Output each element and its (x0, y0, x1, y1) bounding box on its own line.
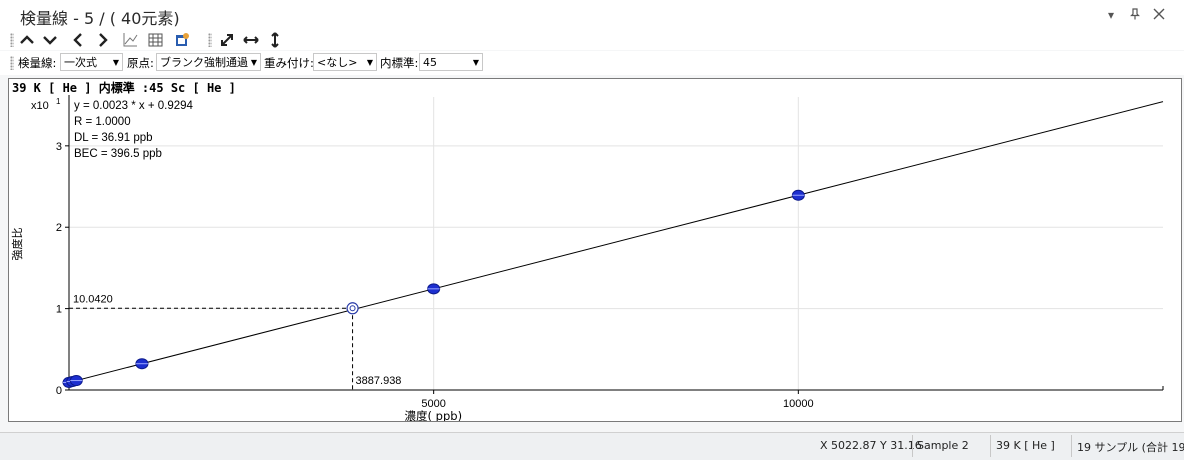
equation-line: DL = 36.91 ppb (74, 132, 153, 144)
settings-toolbar: 検量線: 一次式 ▼ 原点: ブランク強制通過 ▼ 重み付け: <なし> ▼ 内標準:… (0, 51, 1184, 75)
status-separator (990, 435, 991, 457)
x-tick-label: 10000 (783, 398, 814, 410)
table-icon[interactable] (145, 31, 165, 49)
chevron-up-icon[interactable] (17, 31, 37, 49)
close-icon[interactable] (1152, 8, 1166, 22)
chart-toolbar (0, 30, 1184, 50)
status-separator (912, 435, 913, 457)
status-bar: X 5022.87 Y 31.16 Sample 2 39 K [ He ] 1… (0, 432, 1184, 460)
window-title: 検量線 - 5 / ( 40元素) (20, 9, 180, 28)
dropdown-arrow-icon: ▼ (250, 58, 257, 67)
y-tick-label: 3 (56, 141, 62, 153)
y-axis-title: 強度比 (10, 228, 24, 261)
calibration-label: 検量線: (18, 56, 57, 70)
internal-standard-label: 内標準: (380, 56, 419, 70)
status-sample-count: 19 サンプル (合計 19) (1077, 441, 1184, 454)
y-multiplier-exponent: 1 (56, 97, 61, 106)
equation-line: BEC = 396.5 ppb (74, 148, 162, 160)
sample-point-marker (346, 302, 359, 315)
internal-standard-select[interactable]: 45 ▼ (419, 53, 483, 71)
zoom-diagonal-icon[interactable] (217, 31, 237, 49)
y-tick-label: 1 (56, 304, 62, 316)
dropdown-menu-icon[interactable]: ▾ (1104, 8, 1118, 22)
report-icon[interactable] (172, 31, 192, 49)
dropdown-arrow-icon: ▼ (472, 58, 479, 67)
y-multiplier: x10 (31, 100, 49, 112)
status-sample: Sample 2 (917, 439, 969, 452)
toolbar-grip[interactable] (10, 56, 14, 70)
y-tick-label: 2 (56, 222, 62, 234)
toolbar-grip[interactable] (10, 33, 14, 47)
calibration-chart-panel[interactable]: 39 K [ He ] 内標準 :45 Sc [ He ] 5000 10000 0… (8, 78, 1182, 422)
status-separator (1071, 435, 1072, 457)
calibration-select[interactable]: 一次式 ▼ (60, 53, 123, 71)
y-tick-label: 0 (56, 385, 62, 397)
weighting-select-value: <なし> (317, 56, 358, 69)
chart-axis-icon[interactable] (120, 31, 140, 49)
pin-icon[interactable] (1128, 8, 1142, 22)
equation-line: R = 1.0000 (74, 116, 131, 128)
zoom-vertical-icon[interactable] (265, 31, 285, 49)
chevron-right-icon[interactable] (93, 31, 113, 49)
dropdown-arrow-icon: ▼ (366, 58, 373, 67)
sample-y-value-label: 10.0420 (73, 293, 113, 305)
weighting-select[interactable]: <なし> ▼ (313, 53, 377, 71)
window-titlebar: 検量線 - 5 / ( 40元素) ▾ (0, 0, 1184, 30)
dropdown-arrow-icon: ▼ (112, 58, 119, 67)
status-element: 39 K [ He ] (996, 439, 1055, 452)
cursor-coordinates: X 5022.87 Y 31.16 (820, 439, 922, 452)
calibration-select-value: 一次式 (64, 56, 97, 69)
internal-standard-select-value: 45 (423, 56, 437, 69)
equation-line: y = 0.0023 * x + 0.9294 (74, 100, 194, 112)
origin-select[interactable]: ブランク強制通過 ▼ (156, 53, 261, 71)
origin-select-value: ブランク強制通過 (160, 56, 248, 69)
weighting-label: 重み付け: (264, 56, 314, 70)
sample-x-value-label: 3887.938 (356, 375, 402, 387)
chevron-left-icon[interactable] (68, 31, 88, 49)
x-axis-title: 濃度( ppb) (405, 409, 463, 421)
calibration-fit-line (68, 101, 1164, 383)
toolbar-grip[interactable] (208, 33, 212, 47)
zoom-horizontal-icon[interactable] (241, 31, 261, 49)
chevron-down-icon[interactable] (40, 31, 60, 49)
calibration-chart[interactable]: 5000 100000123x10 1濃度( ppb)強度比 10.04203887… (9, 79, 1181, 421)
origin-label: 原点: (127, 56, 154, 70)
